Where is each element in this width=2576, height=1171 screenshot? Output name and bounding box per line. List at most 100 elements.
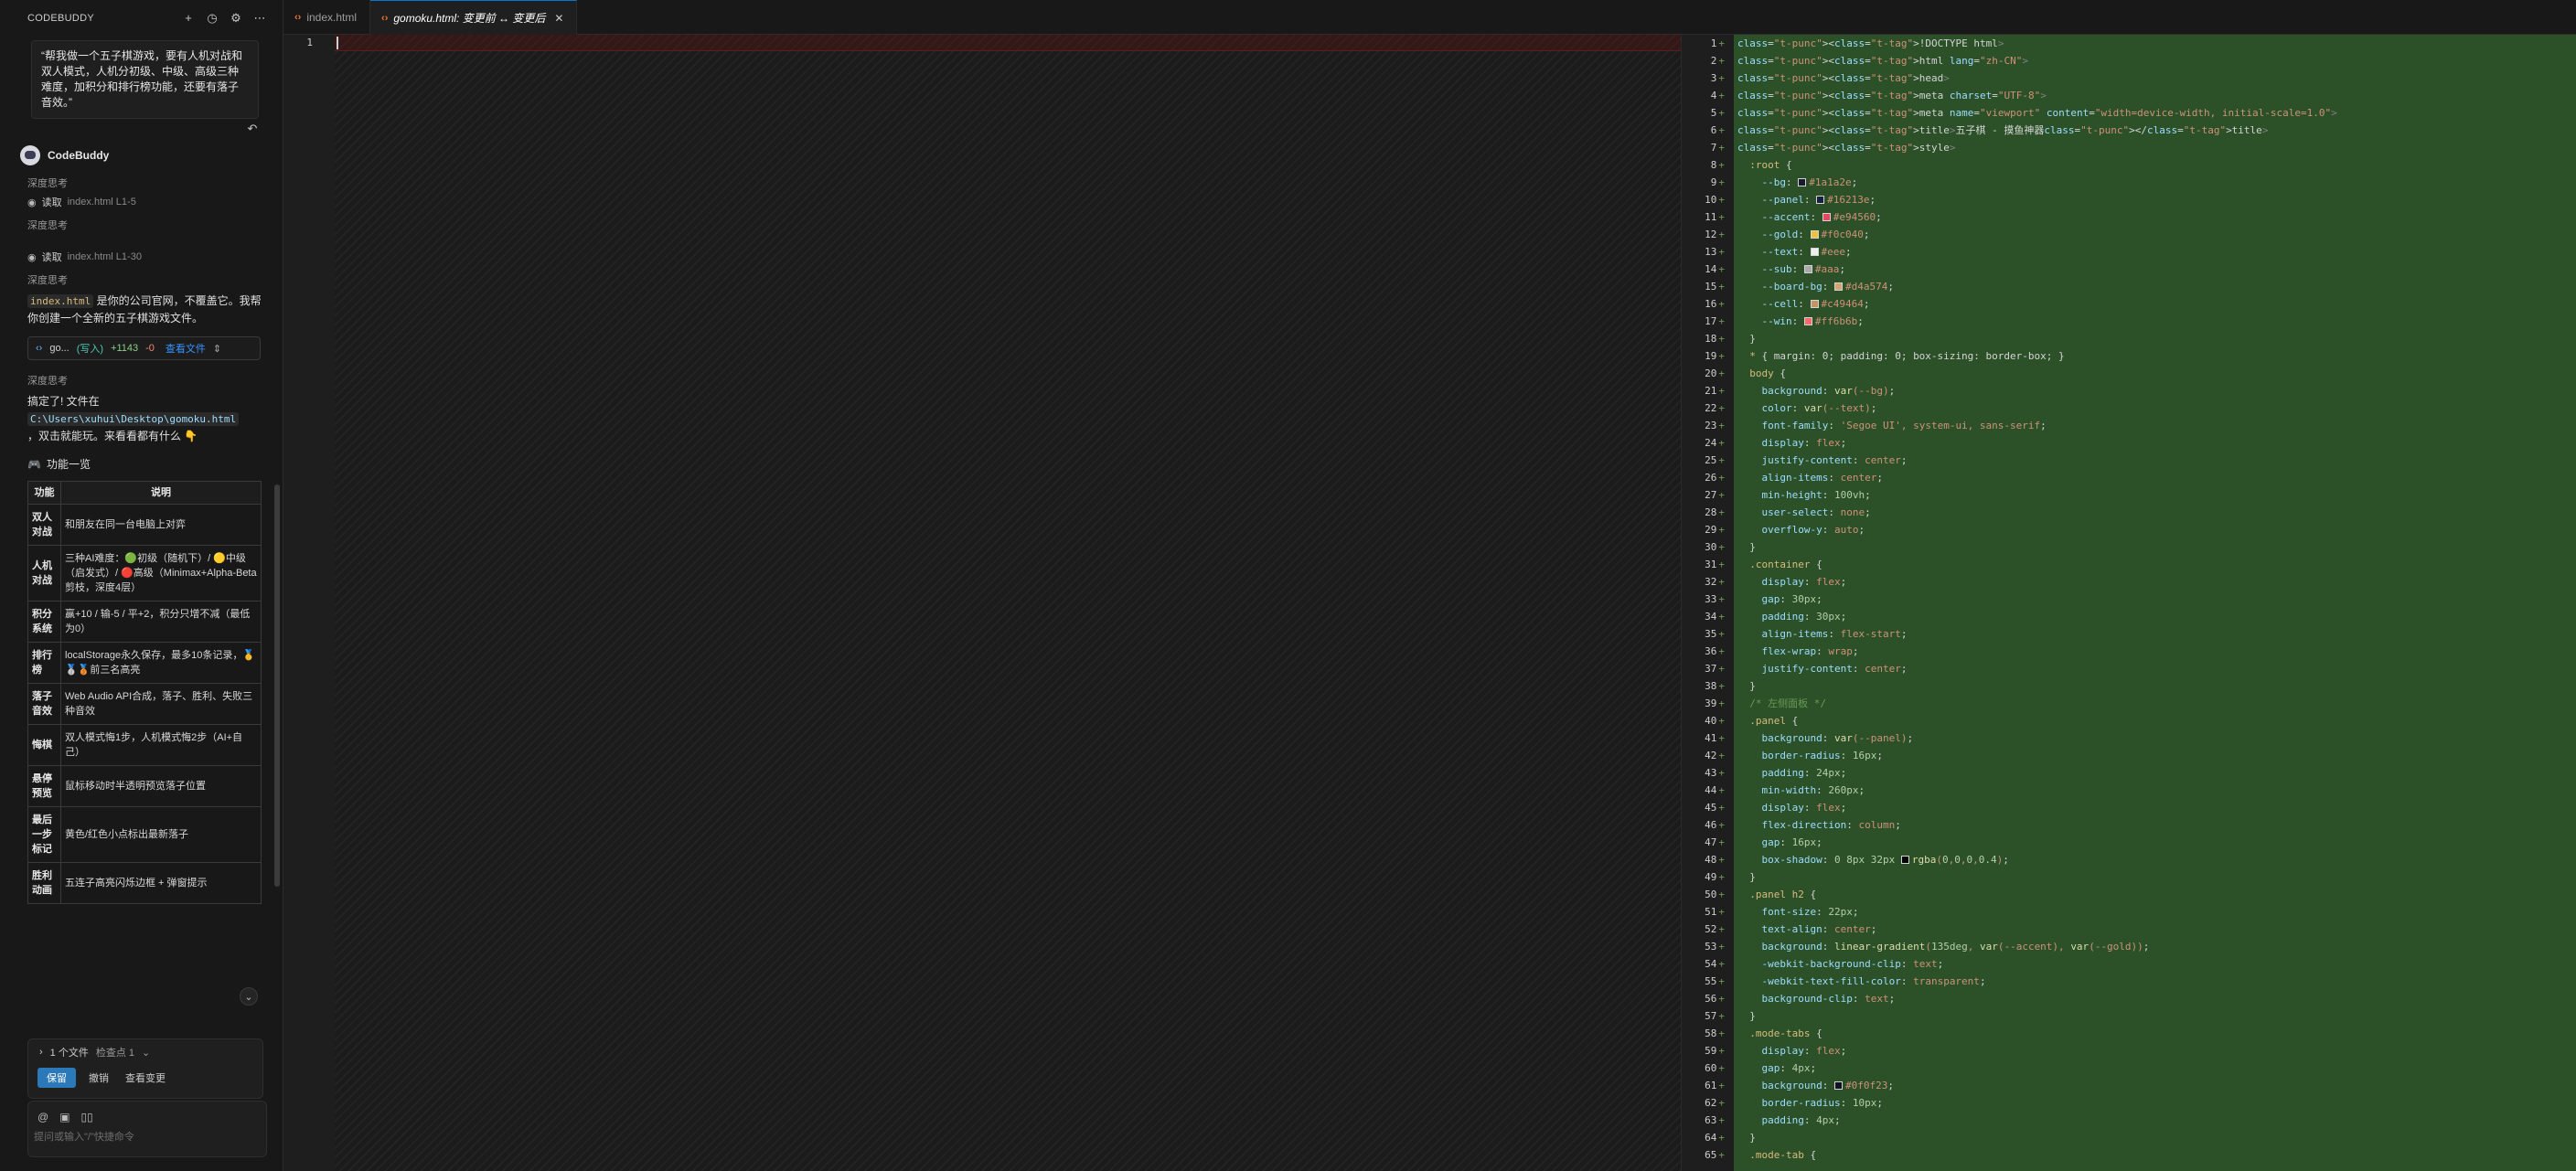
- chevron-right-icon: ›: [39, 1047, 43, 1058]
- book-icon[interactable]: ▯▯: [81, 1111, 93, 1123]
- html-file-icon: ‹›: [294, 12, 302, 23]
- assistant-message: index.html 是你的公司官网，不覆盖它。我帮你创建一个全新的五子棋游戏文…: [27, 293, 264, 327]
- chat-input-placeholder[interactable]: 提问或输入"/"快捷命令: [28, 1123, 266, 1144]
- file-name: go...: [49, 343, 69, 354]
- diff-original-pane[interactable]: 1: [283, 35, 1681, 1171]
- line-number: 54 +: [1705, 958, 1725, 970]
- features-table: 功能 说明 双人对战 和朋友在同一台电脑上对弈 人机对战 三种AI难度：🟢初级（随机…: [27, 481, 262, 904]
- table-cell: 胜利动画: [27, 862, 61, 904]
- pending-changes-bar: › 1 个文件 检查点 1 ⌄ 保留 撤销 查看变更: [27, 1038, 263, 1099]
- chat-input-box[interactable]: @ ▣ ▯▯ 提问或输入"/"快捷命令: [27, 1101, 267, 1157]
- thinking-label[interactable]: 深度思考: [27, 176, 283, 189]
- color-swatch[interactable]: [1810, 300, 1819, 308]
- line-number: 7 +: [1710, 142, 1725, 154]
- read-step[interactable]: ◉ 读取 index.html L1-5: [27, 196, 283, 208]
- thinking-label[interactable]: 深度思考: [27, 272, 283, 286]
- code-line: overflow-y: auto;: [1761, 524, 1865, 536]
- table-cell: 五连子高亮闪烁边框 + 弹窗提示: [60, 862, 262, 904]
- line-number: 8 +: [1710, 159, 1725, 171]
- color-swatch[interactable]: [1798, 178, 1807, 186]
- code-line: }: [1737, 871, 1756, 883]
- line-number: 16 +: [1705, 298, 1725, 310]
- view-file-link[interactable]: 查看文件: [166, 341, 206, 356]
- code-line: flex-wrap: wrap;: [1761, 645, 1859, 657]
- editor-tabs: ‹› index.html ‹› gomoku.html: 变更前 ↔ 变更后 …: [283, 0, 2576, 35]
- line-number: 5 +: [1710, 107, 1725, 119]
- undo-button[interactable]: 撤销: [85, 1068, 112, 1088]
- file-change-chip[interactable]: ‹› go... (写入) +1143 -0 查看文件 ⇕: [27, 336, 261, 360]
- line-number: 19 +: [1705, 350, 1725, 362]
- expand-icon[interactable]: ⇕: [213, 343, 221, 355]
- color-swatch[interactable]: [1810, 248, 1819, 256]
- diff-modified-pane[interactable]: 1 + 2 + 3 + 4 + 5 + 6 + 7 + 8 + 9 + 10 + 11 + 12 + 13 + 14 + 15 + 16 + 1…: [1688, 35, 2576, 1171]
- color-swatch[interactable]: [1803, 317, 1812, 325]
- line-number: 61 +: [1705, 1080, 1725, 1091]
- changes-summary[interactable]: › 1 个文件 检查点 1 ⌄: [28, 1039, 262, 1065]
- tab-index-html[interactable]: ‹› index.html: [283, 0, 371, 35]
- changed-files-count: 1 个文件: [49, 1048, 89, 1059]
- color-swatch[interactable]: [1833, 1081, 1843, 1090]
- code-line: -webkit-background-clip: text;: [1761, 958, 1944, 970]
- history-icon[interactable]: ◷: [206, 12, 219, 25]
- line-number: 32 +: [1705, 576, 1725, 588]
- chat-scrollbar[interactable]: [274, 484, 280, 887]
- code-line: font-size: 22px;: [1761, 906, 1859, 918]
- user-message: “帮我做一个五子棋游戏，要有人机对战和双人模式，人机分初级、中级、高级三种难度，…: [31, 40, 259, 119]
- code-line: align-items: center;: [1761, 472, 1883, 484]
- thinking-label[interactable]: 深度思考: [27, 373, 283, 387]
- code-line: box-shadow: 0 8px 32px rgba(0,0,0,0.4);: [1761, 854, 2009, 866]
- color-swatch[interactable]: [1822, 213, 1831, 221]
- settings-icon[interactable]: ⚙: [230, 12, 242, 25]
- line-number: 56 +: [1705, 993, 1725, 1005]
- avatar: [20, 145, 40, 165]
- line-number: 49 +: [1705, 871, 1725, 883]
- code-line: --board-bg: #d4a574;: [1761, 281, 1894, 293]
- line-number: 3 +: [1710, 72, 1725, 84]
- text-cursor: [337, 37, 338, 49]
- color-swatch[interactable]: [1803, 265, 1812, 273]
- close-icon[interactable]: ✕: [554, 12, 563, 25]
- color-swatch[interactable]: [1900, 856, 1909, 864]
- code-line: user-select: none;: [1761, 506, 1871, 518]
- keep-button[interactable]: 保留: [37, 1068, 76, 1088]
- code-content[interactable]: class="t-punc"><class="t-tag">!DOCTYPE h…: [1734, 35, 2576, 1171]
- line-number: 12 +: [1705, 229, 1725, 240]
- assistant-message: 搞定了! 文件在 C:\Users\xuhui\Desktop\gomoku.h…: [27, 393, 264, 445]
- line-number-gutter: 1 + 2 + 3 + 4 + 5 + 6 + 7 + 8 + 9 + 10 + 11 + 12 + 13 + 14 + 15 + 16 + 1…: [1688, 35, 1734, 1171]
- code-line: class="t-punc"><class="t-tag">meta name=…: [1737, 107, 2337, 119]
- file-path[interactable]: C:\Users\xuhui\Desktop\gomoku.html: [27, 412, 240, 426]
- code-line: align-items: flex-start;: [1761, 628, 1908, 640]
- code-line: justify-content: center;: [1761, 663, 1908, 675]
- scroll-down-icon[interactable]: ⌄: [240, 987, 258, 1006]
- tab-gomoku-diff[interactable]: ‹› gomoku.html: 变更前 ↔ 变更后 ✕: [370, 0, 578, 35]
- line-number: 22 +: [1705, 402, 1725, 414]
- message-text: 搞定了! 文件在: [27, 395, 100, 408]
- line-number: 33 +: [1705, 593, 1725, 605]
- more-icon[interactable]: ⋯: [253, 12, 266, 25]
- line-number: 9 +: [1710, 176, 1725, 188]
- code-line: .mode-tab {: [1749, 1149, 1817, 1161]
- thinking-label[interactable]: 深度思考: [27, 218, 283, 231]
- diff-splitter[interactable]: [1681, 35, 1686, 1171]
- read-label: 读取: [41, 252, 62, 263]
- html-file-icon: ‹›: [381, 12, 389, 24]
- read-step[interactable]: ◉ 读取 index.html L1-30: [27, 250, 283, 263]
- empty-diff-hatch: [335, 35, 1681, 1171]
- eye-icon: ◉: [27, 197, 37, 208]
- color-swatch[interactable]: [1816, 196, 1825, 204]
- mention-icon[interactable]: @: [37, 1111, 48, 1123]
- code-line: border-radius: 16px;: [1761, 750, 1883, 761]
- read-file: index.html L1-5: [67, 197, 136, 208]
- code-line: min-width: 260px;: [1761, 784, 1865, 796]
- color-swatch[interactable]: [1833, 282, 1843, 291]
- line-number: 29 +: [1705, 524, 1725, 536]
- code-line: :root {: [1749, 159, 1792, 171]
- color-swatch[interactable]: [1810, 230, 1819, 239]
- line-number: 20 +: [1705, 367, 1725, 379]
- line-number: 51 +: [1705, 906, 1725, 918]
- new-chat-icon[interactable]: +: [182, 12, 195, 25]
- code-line: }: [1737, 1132, 1756, 1144]
- image-icon[interactable]: ▣: [59, 1111, 69, 1123]
- view-changes-button[interactable]: 查看变更: [122, 1068, 169, 1088]
- revert-icon[interactable]: ↶: [246, 122, 259, 135]
